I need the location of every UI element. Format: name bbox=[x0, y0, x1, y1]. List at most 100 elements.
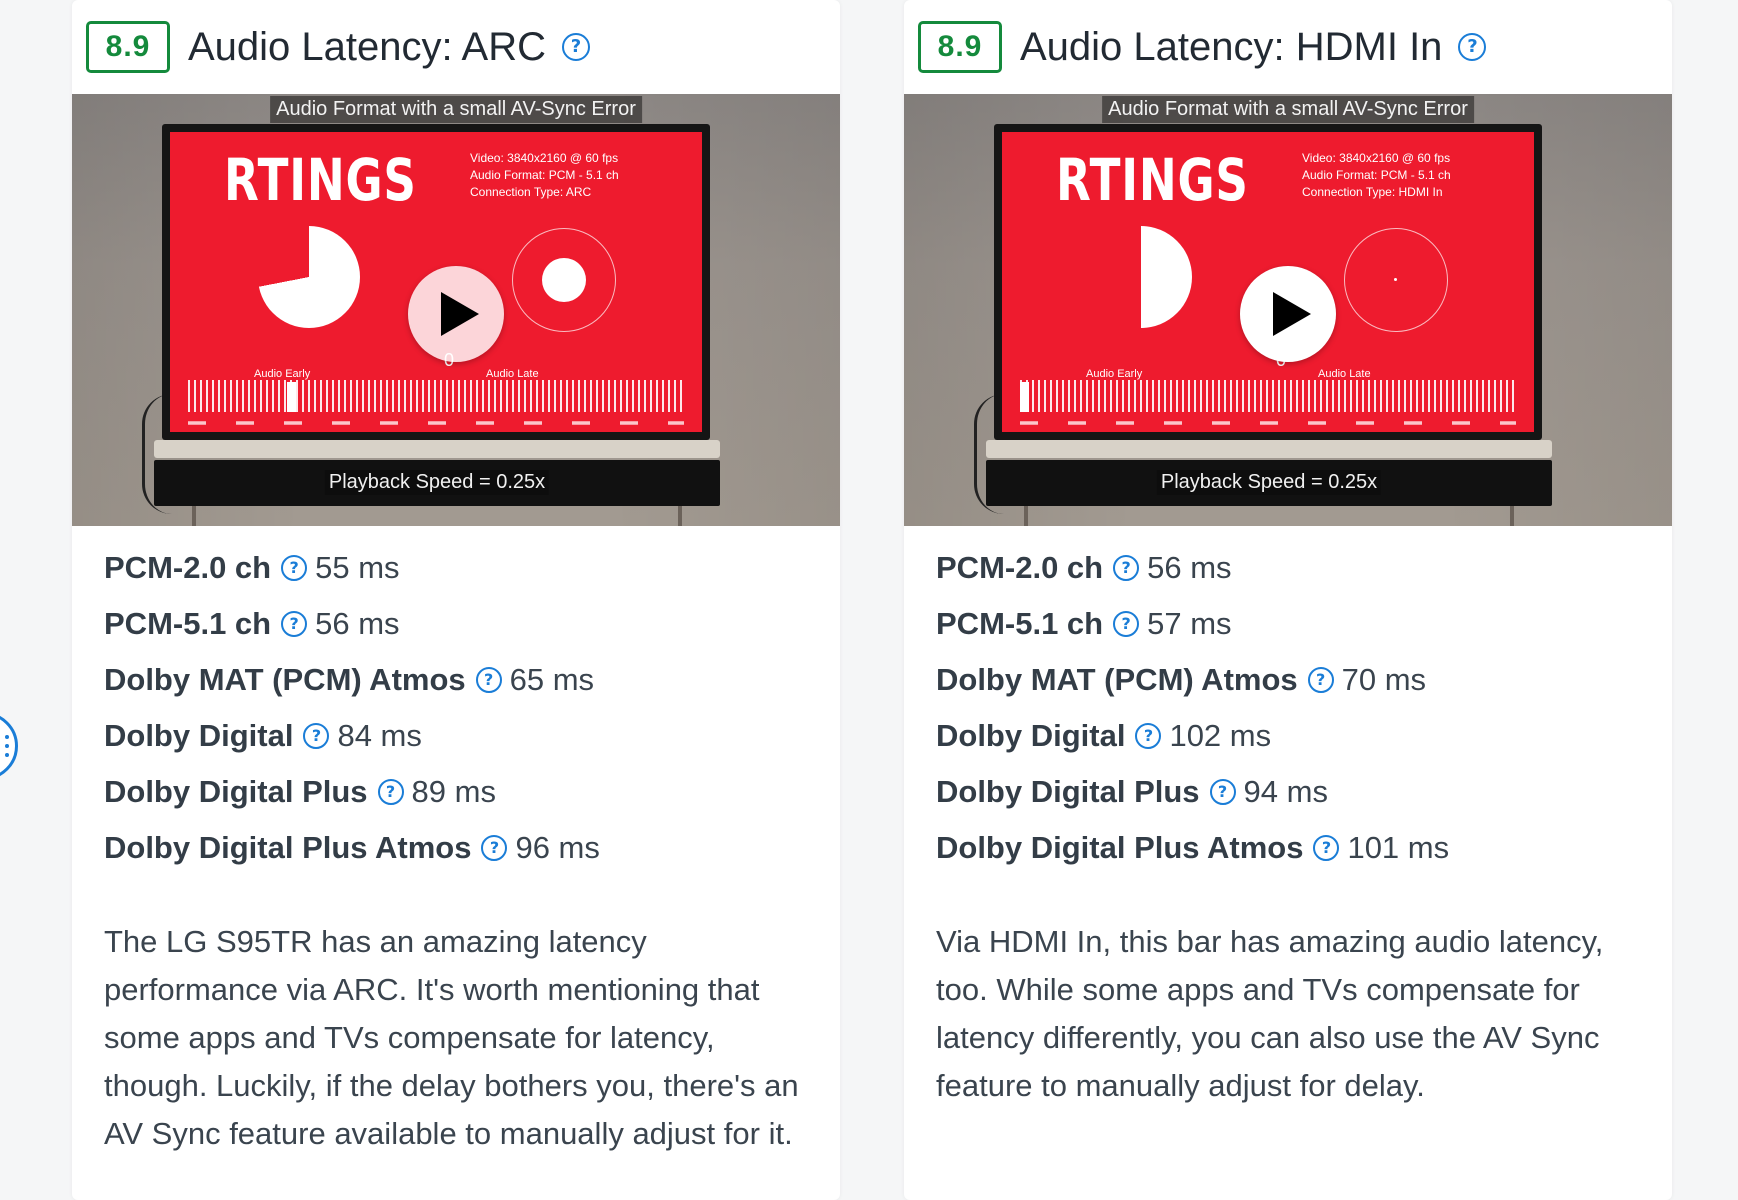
score-badge: 8.9 bbox=[86, 21, 170, 73]
test-info: Video: 3840x2160 @ 60 fps Audio Format: … bbox=[1302, 150, 1451, 201]
side-panel-toggle[interactable] bbox=[0, 712, 18, 780]
row-label: PCM-5.1 ch bbox=[104, 606, 272, 641]
help-icon[interactable]: ? bbox=[1313, 835, 1340, 861]
latency-row: Dolby MAT (PCM) Atmos ? 70 ms bbox=[936, 652, 1672, 708]
info-line: Audio Format: PCM - 5.1 ch bbox=[470, 168, 619, 182]
ruler-scale bbox=[1020, 421, 1516, 425]
test-info: Video: 3840x2160 @ 60 fps Audio Format: … bbox=[470, 150, 619, 201]
help-icon[interactable]: ? bbox=[1458, 33, 1487, 61]
row-value: 55 ms bbox=[315, 550, 400, 585]
sync-pie bbox=[1090, 226, 1192, 328]
video-thumbnail[interactable]: RTINGS Video: 3840x2160 @ 60 fps Audio F… bbox=[904, 94, 1672, 526]
play-icon bbox=[441, 292, 479, 336]
sync-pie bbox=[258, 226, 360, 328]
row-value: 56 ms bbox=[1147, 550, 1232, 585]
latency-row: Dolby Digital Plus ? 89 ms bbox=[104, 764, 840, 820]
latency-row: Dolby Digital ? 84 ms bbox=[104, 708, 840, 764]
video-thumbnail[interactable]: RTINGS Video: 3840x2160 @ 60 fps Audio F… bbox=[72, 94, 840, 526]
latency-list: PCM-2.0 ch ? 56 ms PCM-5.1 ch ? 57 ms Do… bbox=[904, 526, 1672, 876]
playback-caption: Playback Speed = 0.25x bbox=[1156, 470, 1382, 495]
sync-dot bbox=[1394, 278, 1397, 281]
tv-stand bbox=[986, 440, 1552, 458]
card-title: Audio Latency: HDMI In bbox=[1020, 24, 1443, 69]
help-icon[interactable]: ? bbox=[1135, 723, 1162, 749]
play-icon bbox=[1273, 292, 1311, 336]
table-legs bbox=[1024, 506, 1514, 526]
tv-stand bbox=[154, 440, 720, 458]
card-description: The LG S95TR has an amazing latency perf… bbox=[104, 924, 799, 1151]
row-label: Dolby Digital bbox=[936, 718, 1126, 753]
video-caption: Audio Format with a small AV-Sync Error bbox=[1102, 96, 1474, 123]
test-card-hdmi-in: 8.9 Audio Latency: HDMI In ? RTINGS Vide… bbox=[904, 0, 1672, 1200]
audio-early-label: Audio Early bbox=[254, 368, 311, 380]
audio-early-label: Audio Early bbox=[1086, 368, 1143, 380]
help-icon[interactable]: ? bbox=[475, 667, 502, 693]
playback-caption: Playback Speed = 0.25x bbox=[324, 470, 550, 495]
help-icon[interactable]: ? bbox=[562, 33, 590, 61]
audio-late-label: Audio Late bbox=[486, 368, 539, 380]
row-label: Dolby Digital Plus bbox=[936, 774, 1200, 809]
row-value: 57 ms bbox=[1147, 606, 1232, 641]
sync-ruler bbox=[188, 380, 684, 412]
card-header: 8.9 Audio Latency: HDMI In ? bbox=[904, 0, 1672, 94]
rtings-logo: RTINGS bbox=[224, 146, 417, 214]
help-icon[interactable]: ? bbox=[1209, 779, 1236, 805]
vertical-dots-icon bbox=[5, 735, 9, 757]
soundbar: Playback Speed = 0.25x bbox=[986, 460, 1552, 506]
sync-dot bbox=[541, 257, 586, 302]
info-line: Video: 3840x2160 @ 60 fps bbox=[470, 151, 619, 165]
latency-row: Dolby MAT (PCM) Atmos ? 65 ms bbox=[104, 652, 840, 708]
latency-row: Dolby Digital Plus Atmos ? 96 ms bbox=[104, 820, 840, 876]
score-badge: 8.9 bbox=[918, 21, 1002, 73]
help-icon[interactable]: ? bbox=[377, 779, 404, 805]
audio-late-label: Audio Late bbox=[1318, 368, 1371, 380]
help-icon[interactable]: ? bbox=[281, 555, 308, 581]
latency-row: Dolby Digital Plus ? 94 ms bbox=[936, 764, 1672, 820]
latency-row: Dolby Digital Plus Atmos ? 101 ms bbox=[936, 820, 1672, 876]
help-icon[interactable]: ? bbox=[1113, 555, 1140, 581]
help-icon[interactable]: ? bbox=[281, 611, 308, 637]
row-value: 96 ms bbox=[515, 830, 600, 865]
latency-row: PCM-2.0 ch ? 56 ms bbox=[936, 540, 1672, 596]
video-caption: Audio Format with a small AV-Sync Error bbox=[270, 96, 642, 123]
row-value: 56 ms bbox=[315, 606, 400, 641]
latency-row: PCM-5.1 ch ? 57 ms bbox=[936, 596, 1672, 652]
row-label: Dolby Digital Plus Atmos bbox=[104, 830, 472, 865]
help-icon[interactable]: ? bbox=[303, 723, 330, 749]
play-button[interactable] bbox=[1240, 266, 1336, 362]
rtings-logo: RTINGS bbox=[1056, 146, 1249, 214]
latency-row: PCM-5.1 ch ? 56 ms bbox=[104, 596, 840, 652]
row-value: 89 ms bbox=[411, 774, 496, 809]
row-label: PCM-2.0 ch bbox=[104, 550, 272, 585]
ruler-scale bbox=[188, 421, 684, 425]
soundbar: Playback Speed = 0.25x bbox=[154, 460, 720, 506]
help-icon[interactable]: ? bbox=[481, 835, 508, 861]
sync-ring bbox=[512, 228, 616, 332]
row-value: 102 ms bbox=[1169, 718, 1272, 753]
row-label: PCM-2.0 ch bbox=[936, 550, 1104, 585]
help-icon[interactable]: ? bbox=[1113, 611, 1140, 637]
sync-ring bbox=[1344, 228, 1448, 332]
info-line: Video: 3840x2160 @ 60 fps bbox=[1302, 151, 1451, 165]
card-description: Via HDMI In, this bar has amazing audio … bbox=[936, 924, 1604, 1103]
row-label: Dolby MAT (PCM) Atmos bbox=[104, 662, 466, 697]
row-value: 101 ms bbox=[1347, 830, 1450, 865]
row-label: Dolby Digital Plus bbox=[104, 774, 368, 809]
row-label: PCM-5.1 ch bbox=[936, 606, 1104, 641]
play-button[interactable] bbox=[408, 266, 504, 362]
ruler-marker bbox=[1020, 382, 1029, 412]
row-label: Dolby Digital bbox=[104, 718, 294, 753]
row-value: 84 ms bbox=[337, 718, 422, 753]
info-line: Connection Type: ARC bbox=[470, 185, 592, 199]
row-value: 65 ms bbox=[509, 662, 595, 697]
table-legs bbox=[192, 506, 682, 526]
latency-row: Dolby Digital ? 102 ms bbox=[936, 708, 1672, 764]
row-value: 70 ms bbox=[1341, 662, 1427, 697]
row-label: Dolby MAT (PCM) Atmos bbox=[936, 662, 1298, 697]
row-value: 94 ms bbox=[1243, 774, 1328, 809]
card-title: Audio Latency: ARC bbox=[188, 24, 546, 69]
latency-row: PCM-2.0 ch ? 55 ms bbox=[104, 540, 840, 596]
latency-list: PCM-2.0 ch ? 55 ms PCM-5.1 ch ? 56 ms Do… bbox=[72, 526, 840, 876]
help-icon[interactable]: ? bbox=[1307, 667, 1334, 693]
ruler-marker bbox=[287, 382, 297, 412]
